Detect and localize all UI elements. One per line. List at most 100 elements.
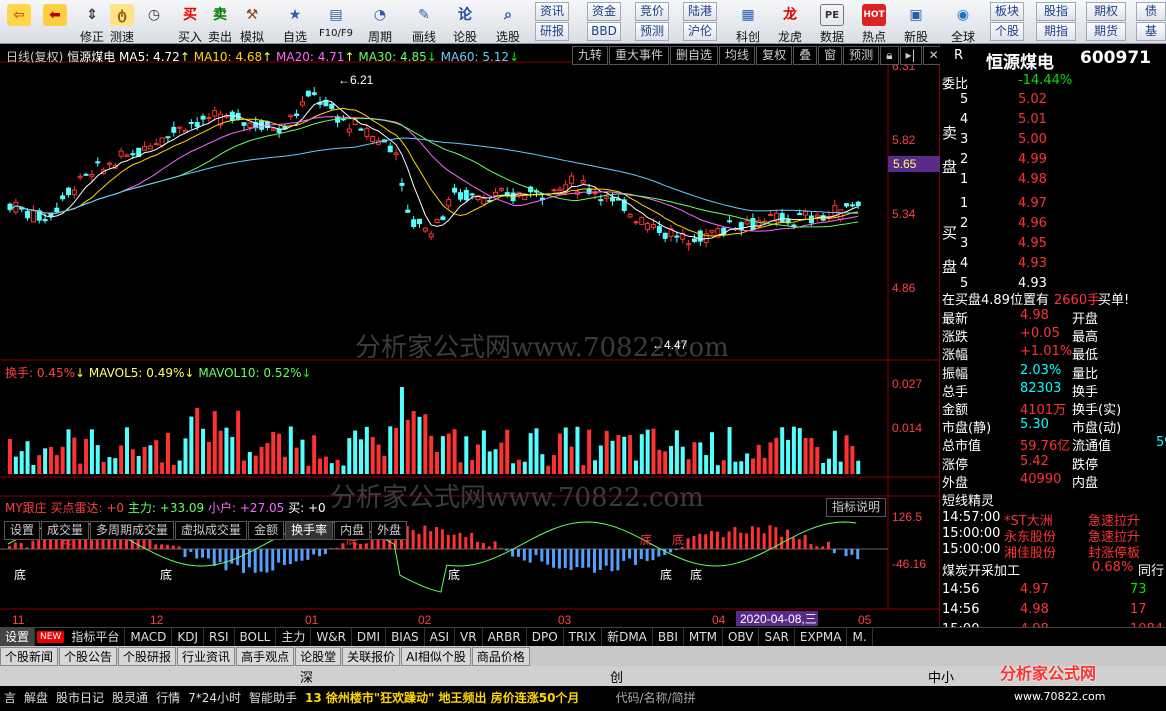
simulate-button[interactable]: ⚒ 模拟 [238, 0, 266, 43]
jiuzhuan-button[interactable]: 九转 [572, 46, 609, 65]
vol-tab-inner[interactable]: 内盘 [334, 521, 371, 540]
bond-button[interactable]: 债 [1136, 2, 1166, 21]
draw-button[interactable]: ✎ 画线 [406, 0, 442, 43]
indicator-tab[interactable]: M. [847, 628, 873, 646]
kline-chart-panel[interactable]: 6.31 5.82 5.34 4.86 5.65 0.027 0.014 126.5 -46.1… [0, 44, 945, 627]
index-button[interactable]: 股指 [1036, 2, 1076, 21]
indicator-tab[interactable]: 新DMA [602, 628, 653, 646]
option-button[interactable]: 期权 [1086, 2, 1126, 21]
arrow-expand-icon[interactable]: ▸| [899, 46, 922, 65]
indicator-tab[interactable]: 设置 [0, 628, 36, 646]
back-button[interactable]: ⇦ [4, 0, 34, 43]
indicator-tab[interactable]: DMI [352, 628, 387, 646]
forum-button[interactable]: 论论股 [450, 0, 480, 43]
news-button[interactable]: 资讯 [535, 2, 569, 21]
info-tab[interactable]: 行业资讯 [177, 647, 236, 666]
status-item[interactable]: 股灵通 [108, 686, 152, 711]
auction-button[interactable]: 竞价 [635, 2, 669, 21]
info-tab[interactable]: 商品价格 [471, 647, 530, 666]
speedtest-button[interactable]: ტ 测速 [108, 0, 136, 43]
sector-button[interactable]: 板块 [990, 2, 1024, 21]
status-item[interactable]: 代码/名称/简拼 [611, 686, 699, 711]
research-button[interactable]: 研报 [535, 22, 569, 41]
capital-button[interactable]: 资金 [587, 2, 621, 21]
status-item[interactable]: 解盘 [20, 686, 52, 711]
period-button[interactable]: ◔ 周期 [362, 0, 398, 43]
indicator-tab[interactable]: TRIX [564, 628, 603, 646]
data-button[interactable]: PE 数据 [814, 0, 850, 43]
indicator-tab[interactable]: BBI [653, 628, 684, 646]
indicator-tab[interactable]: MACD [125, 628, 173, 646]
indicator-tab[interactable]: OBV [723, 628, 760, 646]
status-item[interactable]: 13 徐州楼市"狂欢躁动" 地王频出 房价连涨50个月 [301, 686, 583, 711]
shanghai-london-button[interactable]: 沪伦 [683, 22, 717, 41]
vol-tab-amount[interactable]: 金额 [248, 521, 285, 540]
watchlist-button[interactable]: ★ 自选 [278, 0, 312, 43]
indicator-tab[interactable]: SAR [759, 628, 795, 646]
indicator-tab[interactable]: BOLL [235, 628, 277, 646]
indicator-tab[interactable]: EXPMA [795, 628, 848, 646]
indicator-tab[interactable]: ARBR [483, 628, 527, 646]
info-tab[interactable]: 高手观点 [236, 647, 295, 666]
market-tab[interactable]: 中小 [928, 667, 954, 686]
f10-button[interactable]: ▤ F10/F9 [316, 0, 356, 43]
info-tab[interactable]: 关联报价 [342, 647, 401, 666]
info-tab[interactable]: AI相似个股 [401, 647, 471, 666]
indicator-tab[interactable]: ASI [425, 628, 456, 646]
global-button[interactable]: ◉ 全球 [942, 0, 984, 43]
hotspot-button[interactable]: HOT 热点 [856, 0, 892, 43]
market-tab[interactable]: 创 [610, 667, 623, 686]
buy-button[interactable]: 买买入 [176, 0, 204, 43]
predict-button[interactable]: 预测 [843, 46, 880, 65]
info-tab[interactable]: 个股公告 [59, 647, 118, 666]
market-tab[interactable]: 深 [300, 667, 313, 686]
status-item[interactable]: 股市日记 [52, 686, 108, 711]
clock-button[interactable]: ◷ [140, 0, 168, 43]
info-tab[interactable]: 个股新闻 [0, 647, 59, 666]
sell-button[interactable]: 卖卖出 [206, 0, 234, 43]
star-market-button[interactable]: ▦ 科创 [730, 0, 766, 43]
indicator-help-button[interactable]: 指标说明 [826, 498, 887, 517]
status-item[interactable]: 言 [0, 686, 20, 711]
indicator-tab[interactable]: BIAS [386, 628, 425, 646]
lock-icon[interactable]: 🔒︎ [880, 46, 899, 65]
futures-button[interactable]: 期货 [1086, 22, 1126, 41]
ma-button[interactable]: 均线 [719, 46, 756, 65]
status-item[interactable]: 7*24小时 [184, 686, 245, 711]
vol-tab-settings[interactable]: 设置 [4, 521, 41, 540]
indicator-tab[interactable]: KDJ [172, 628, 204, 646]
index-futures-button[interactable]: 期指 [1036, 22, 1076, 41]
info-tab[interactable]: 个股研报 [118, 647, 177, 666]
indicator-tab[interactable]: VR [455, 628, 483, 646]
dragon-tiger-button[interactable]: 龙龙虎 [772, 0, 808, 43]
indicator-tab[interactable]: 主力 [276, 628, 312, 646]
forecast-button[interactable]: 预测 [635, 22, 669, 41]
new-stock-button[interactable]: ▣ 新股 [898, 0, 934, 43]
indicator-tab[interactable]: RSI [204, 628, 235, 646]
vol-tab-volume[interactable]: 成交量 [41, 521, 90, 540]
remove-watchlist-button[interactable]: 删自选 [670, 46, 719, 65]
bbd-button[interactable]: BBD [587, 22, 621, 41]
single-stock-button[interactable]: 个股 [990, 22, 1024, 41]
adjust-button[interactable]: 复权 [756, 46, 793, 65]
vol-tab-outer[interactable]: 外盘 [371, 521, 408, 540]
major-events-button[interactable]: 重大事件 [609, 46, 670, 65]
status-item[interactable]: 智能助手 [245, 686, 301, 711]
info-tab[interactable]: 论股堂 [295, 647, 342, 666]
vol-tab-turnover[interactable]: 换手率 [285, 521, 334, 540]
status-item[interactable]: 行情 [152, 686, 184, 711]
overlay-button[interactable]: 叠 [793, 46, 818, 65]
fund-button[interactable]: 基 [1136, 22, 1166, 41]
modify-button[interactable]: ⇕ 修正 [78, 0, 106, 43]
window-button[interactable]: 窗 [818, 46, 843, 65]
quote-label: 最高 [1072, 330, 1099, 346]
indicator-tab[interactable]: MTM [684, 628, 723, 646]
pick-stock-button[interactable]: ⌕ 选股 [490, 0, 526, 43]
vol-tab-virtual[interactable]: 虚拟成交量 [175, 521, 248, 540]
hk-connect-button[interactable]: 陆港 [683, 2, 717, 21]
indicator-tab[interactable]: DPO [527, 628, 564, 646]
indicator-tab[interactable]: 指标平台 [66, 628, 126, 646]
home-button[interactable]: ⬅ [40, 0, 70, 43]
indicator-tab[interactable]: W&R [311, 628, 352, 646]
vol-tab-multi-period[interactable]: 多周期成交量 [90, 521, 175, 540]
